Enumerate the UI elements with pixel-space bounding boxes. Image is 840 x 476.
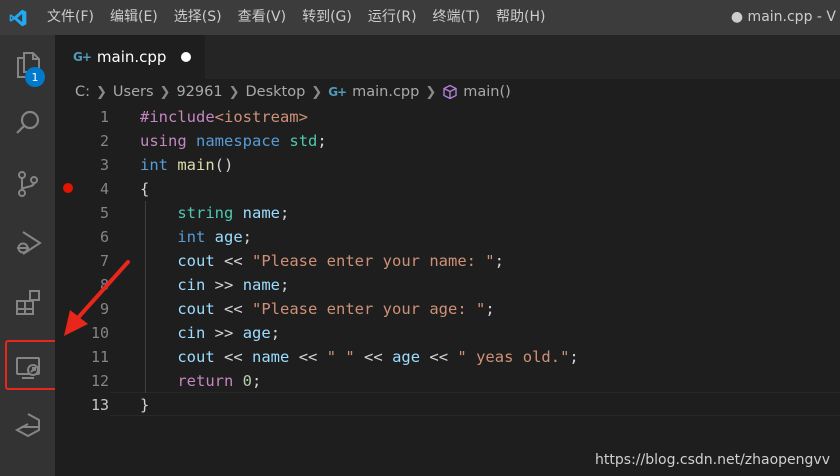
code-text: cout << "Please enter your age: "; [177,300,495,318]
tabs-bar: G+ main.cpp [55,35,840,79]
code-line: 10 cin >> age; [55,321,840,345]
code-text: string name; [177,204,290,222]
code-text: int main() [140,156,234,174]
chevron-right-icon: ❯ [96,84,107,100]
code-text: cout << "Please enter your name: "; [177,252,504,270]
chevron-right-icon: ❯ [159,84,171,100]
menu-help[interactable]: 帮助(H) [488,0,553,35]
code-text: cin >> name; [177,276,290,294]
menu-file[interactable]: 文件(F) [39,0,102,35]
code-line: 12 return 0; [55,369,840,393]
unsaved-dot-icon[interactable] [181,52,191,62]
tab-label: main.cpp [96,48,167,66]
code-line: 9 cout << "Please enter your age: "; [55,297,840,321]
line-number: 4 [99,180,109,198]
code-line: 11 cout << name << " " << age << " yeas … [55,345,840,369]
watermark: https://blog.csdn.net/zhaopengvv [595,452,830,468]
breadcrumb-symbol[interactable]: main() [463,84,511,100]
line-number: 6 [99,228,109,246]
run-debug-button[interactable] [0,215,55,271]
window-title: ● main.cpp - V [730,9,836,25]
line-number: 13 [90,396,109,414]
annotation-arrow-icon [64,260,130,336]
activity-bar: 1 [0,35,55,476]
menu-selection[interactable]: 选择(S) [166,0,230,35]
chevron-right-icon: ❯ [311,84,323,100]
chevron-right-icon: ❯ [425,84,437,100]
code-text: using namespace std; [140,132,327,150]
line-number: 2 [99,132,109,150]
code-text: cout << name << " " << age << " yeas old… [177,348,579,366]
menu-bar: 文件(F) 编辑(E) 选择(S) 查看(V) 转到(G) 运行(R) 终端(T… [39,0,553,35]
code-line: 3 int main() [55,153,840,177]
edge-devtools-button[interactable] [0,397,55,453]
cpp-file-icon: G+ [73,50,92,64]
search-icon [15,110,39,134]
breadcrumb-file[interactable]: main.cpp [352,84,419,100]
search-button[interactable] [0,95,55,151]
breadcrumb-desktop[interactable]: Desktop [245,84,305,100]
code-line: 8 cin >> name; [55,273,840,297]
code-text: } [140,396,150,414]
line-number: 1 [99,108,109,126]
menu-edit[interactable]: 编辑(E) [102,0,166,35]
tab-main-cpp[interactable]: G+ main.cpp [55,35,205,79]
code-text: cin >> age; [177,324,281,342]
line-number: 3 [99,156,109,174]
code-line: 7 cout << "Please enter your name: "; [55,249,840,273]
cpp-file-icon: G+ [328,85,347,99]
explorer-button[interactable]: 1 [0,37,55,93]
extensions-button[interactable] [0,275,55,331]
code-line: 6 int age; [55,225,840,249]
code-editor[interactable]: 1 #include<iostream> 2 using namespace s… [55,105,840,476]
run-debug-icon [16,231,42,255]
menu-terminal[interactable]: 终端(T) [425,0,488,35]
explorer-badge: 1 [25,67,45,87]
code-line: 13 } [55,393,840,417]
code-text: int age; [177,228,253,246]
menu-view[interactable]: 查看(V) [230,0,295,35]
code-text: #include<iostream> [140,108,308,126]
source-control-icon [17,171,38,197]
menu-run[interactable]: 运行(R) [360,0,425,35]
code-text: { [140,180,150,198]
edge-devtools-icon [14,413,40,438]
title-bar: 文件(F) 编辑(E) 选择(S) 查看(V) 转到(G) 运行(R) 终端(T… [0,0,840,35]
breadcrumb: C: ❯ Users ❯ 92961 ❯ Desktop ❯ G+ main.c… [55,79,840,105]
chevron-right-icon: ❯ [228,84,240,100]
source-control-button[interactable] [0,156,55,212]
line-number: 11 [90,348,109,366]
breadcrumb-users[interactable]: Users [113,84,154,100]
method-cube-icon [443,84,457,100]
line-number: 12 [90,372,109,390]
code-text: return 0; [177,372,262,390]
extensions-icon [15,290,40,315]
code-line: 5 string name; [55,201,840,225]
code-line: 1 #include<iostream> [55,105,840,129]
breadcrumb-user-folder[interactable]: 92961 [176,84,222,100]
code-line: 2 using namespace std; [55,129,840,153]
vscode-logo-icon [0,0,35,35]
breadcrumb-drive[interactable]: C: [75,84,90,100]
code-line: 4 { [55,177,840,201]
annotation-highlight-box [5,340,60,390]
menu-go[interactable]: 转到(G) [294,0,360,35]
line-number: 5 [99,204,109,222]
